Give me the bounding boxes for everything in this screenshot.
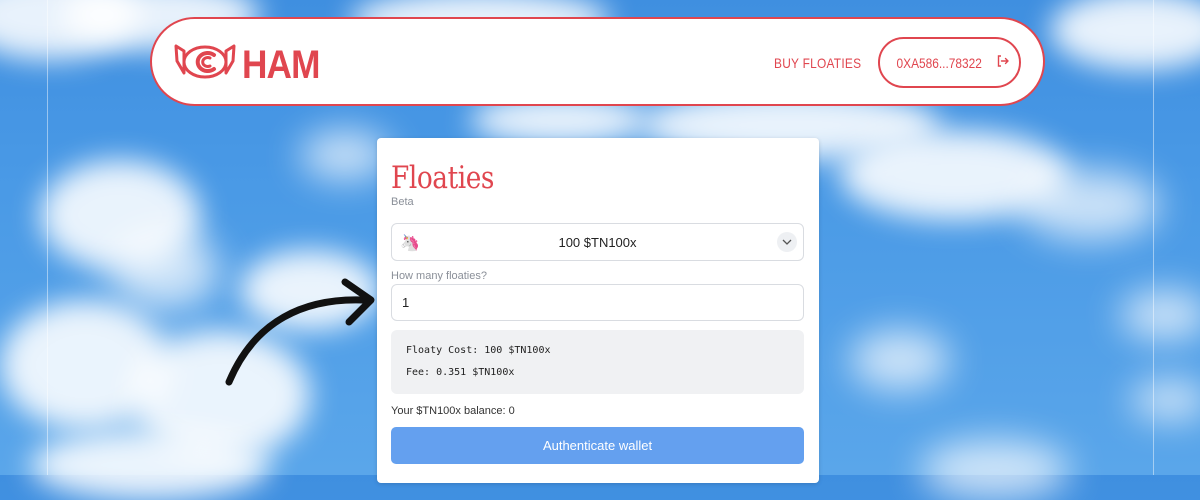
frame-line-left [47,0,48,475]
floaties-card: Floaties Beta 🦄 100 $TN100x How many flo… [377,138,819,483]
wallet-address: 0XA586...78322 [896,54,983,71]
floaty-cost: Floaty Cost: 100 $TN100x [406,345,551,356]
cost-summary: Floaty Cost: 100 $TN100x Fee: 0.351 $TN1… [391,330,804,394]
logout-icon [996,54,1010,71]
balance-text: Your $TN100x balance: 0 [391,405,515,417]
beta-label: Beta [391,196,414,208]
buy-floaties-link[interactable]: BUY FLOATIES [774,55,861,71]
brand-logo[interactable]: HAM [174,43,330,86]
header-bar: HAM BUY FLOATIES 0XA586...78322 [150,17,1045,106]
candy-logo-icon [174,43,236,86]
wallet-button[interactable]: 0XA586...78322 [878,37,1021,88]
frame-line-right [1153,0,1154,475]
brand-name: HAM [242,42,320,87]
token-select[interactable]: 🦄 100 $TN100x [391,223,804,261]
quantity-label: How many floaties? [391,270,487,282]
chevron-down-icon[interactable] [777,232,797,252]
authenticate-wallet-button[interactable]: Authenticate wallet [391,427,804,464]
quantity-input[interactable] [391,284,804,321]
token-select-value: 100 $TN100x [558,235,637,250]
fee-amount: Fee: 0.351 $TN100x [406,367,515,378]
card-title: Floaties [391,160,495,196]
curved-arrow-icon [215,270,385,395]
